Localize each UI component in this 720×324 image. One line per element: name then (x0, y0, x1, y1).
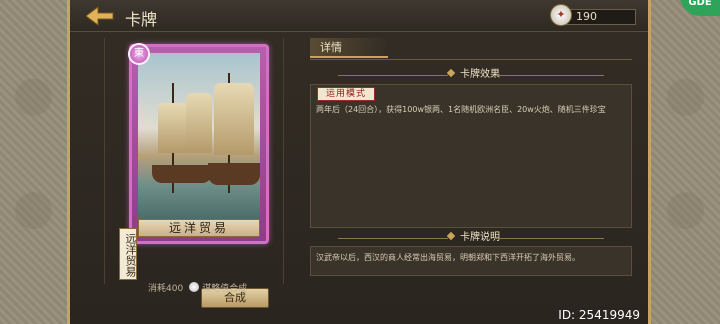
currency-icon: ✦ (550, 4, 572, 26)
cost-label: 消耗400 (148, 284, 184, 294)
card-vertical-label: 远洋贸易 (119, 228, 137, 280)
tab-divider (310, 59, 632, 60)
card-frame[interactable]: 東 远洋贸易 (128, 43, 269, 244)
tab-details[interactable]: 详情 (310, 38, 388, 58)
desc-section-header: 卡牌说明 (310, 230, 632, 246)
back-arrow-icon (85, 6, 114, 26)
effect-section-header: 卡牌效果 (310, 67, 632, 83)
left-decorative-panel (0, 0, 70, 324)
effect-text: 两年后（24回合），获得100w银两、1名随机欧洲名臣、20w火炮、随机三件珍宝 (316, 105, 606, 114)
main-panel: 卡牌 ✦ 190 東 远洋贸易 远洋贸易 合成 消耗400 谋略值合成 详情 卡… (70, 0, 648, 324)
cost-icon (189, 282, 200, 292)
description-box: 汉武帝以后，西汉的商人经常出海贸易，明朝郑和下西洋开拓了海外贸易。 (310, 246, 632, 276)
right-decorative-panel: GDE (648, 0, 720, 324)
currency-value: 190 (576, 10, 597, 23)
mode-tag: 运用模式 (317, 87, 375, 101)
card-name-plate: 远洋贸易 (138, 219, 260, 237)
player-id: ID: 25419949 (558, 308, 640, 322)
corner-badge[interactable]: GDE (680, 0, 720, 16)
effect-box: 运用模式 两年后（24回合），获得100w银两、1名随机欧洲名臣、20w火炮、随… (310, 84, 632, 228)
page-title: 卡牌 (125, 10, 158, 29)
desc-text: 汉武帝以后，西汉的商人经常出海贸易，明朝郑和下西洋开拓了海外贸易。 (316, 253, 580, 262)
top-bar: 卡牌 ✦ 190 (70, 0, 648, 32)
card-column: 東 远洋贸易 远洋贸易 合成 (104, 38, 284, 308)
card-artwork (138, 53, 260, 219)
card-rank-badge: 東 (128, 43, 150, 65)
currency-display: ✦ 190 (550, 4, 636, 26)
cost-row: 消耗400 谋略值合成 (148, 281, 268, 294)
effect-header-text: 卡牌效果 (460, 69, 500, 80)
desc-header-text: 卡牌说明 (460, 232, 500, 243)
cost-suffix: 谋略值合成 (202, 284, 248, 294)
back-button[interactable] (85, 6, 114, 26)
